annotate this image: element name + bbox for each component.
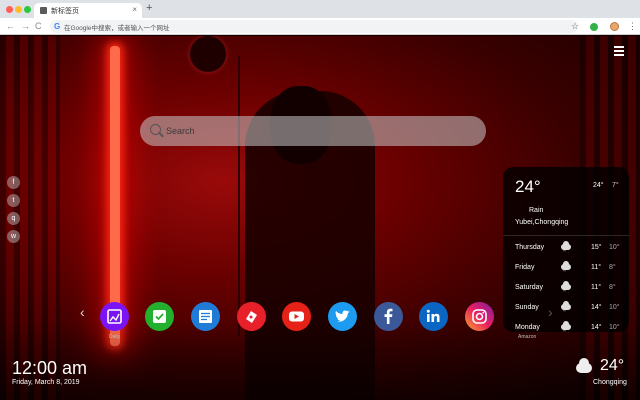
forecast-row: Thursday ''' 15° 10° (503, 240, 629, 260)
forecast-row: Friday ''' 11° 8° (503, 260, 629, 280)
forecast-low: 10° (609, 304, 620, 311)
forecast-high: 14° (591, 324, 602, 331)
divider (503, 235, 629, 236)
rain-drops-icon: ''' (563, 270, 566, 276)
games-app-icon[interactable] (237, 302, 266, 331)
search-input[interactable] (166, 123, 466, 139)
twitter-app-icon[interactable] (328, 302, 357, 331)
profile-avatar[interactable] (610, 22, 619, 31)
forecast-row: Saturday ''' 11° 8° (503, 280, 629, 300)
dock-prev-icon[interactable]: ‹ (80, 305, 85, 319)
tab-title: 新标签页 (51, 8, 79, 15)
current-temperature: 24° (515, 177, 541, 196)
browser-menu-icon[interactable]: ⋮ (628, 21, 637, 32)
background-stand (238, 56, 240, 336)
background-lamp (190, 36, 226, 72)
new-tab-button[interactable]: + (146, 2, 152, 15)
youtube-app-icon[interactable] (282, 302, 311, 331)
bookmark-star-icon[interactable]: ☆ (571, 21, 579, 32)
forecast-day: Thursday (515, 244, 545, 251)
address-bar: ← → C G 在Google中搜索，或者输入一个网址 ☆ ⋮ (0, 18, 640, 35)
forward-icon[interactable]: → (21, 20, 30, 33)
forecast-row: Sunday ''' 14° 10° (503, 300, 629, 320)
background-shade (0, 321, 640, 400)
google-icon: G (54, 22, 61, 31)
wechat-icon[interactable]: w (7, 230, 20, 243)
new-tab-page: f t q w 24° 24° 7° Rain Yubei,Chongqing … (0, 36, 640, 400)
cloud-icon (576, 358, 592, 373)
twitter-icon[interactable]: t (7, 194, 20, 207)
background-neon-light (110, 46, 120, 346)
rain-drops-icon: ''' (563, 310, 566, 316)
rain-drops-icon: ''' (563, 290, 566, 296)
forecast-high: 11° (591, 284, 602, 291)
facebook-icon[interactable]: f (7, 176, 20, 189)
facebook-app-icon[interactable] (374, 302, 403, 331)
linkedin-app-icon[interactable] (419, 302, 448, 331)
tab-close-icon[interactable]: × (132, 5, 137, 15)
search-bar (140, 116, 486, 146)
forecast-low: 8° (609, 264, 616, 271)
browser-tab-bar: 新标签页 × + (0, 0, 640, 18)
forecast-low: 10° (609, 244, 620, 251)
reload-icon[interactable]: C (35, 20, 42, 33)
omnibox[interactable]: G 在Google中搜索，或者输入一个网址 (50, 20, 578, 33)
instagram-app-icon[interactable] (465, 302, 494, 331)
forecast-day: Sunday (515, 304, 539, 311)
qq-icon[interactable]: q (7, 212, 20, 225)
omnibox-placeholder[interactable]: 在Google中搜索，或者输入一个网址 (64, 22, 169, 32)
weather-location: Yubei,Chongqing (515, 219, 569, 226)
tab-new-tab[interactable]: 新标签页 × (34, 3, 142, 18)
forecast-high: 14° (591, 304, 602, 311)
wallpaper-app-icon[interactable] (100, 302, 129, 331)
bottom-weather-temp[interactable]: 24° (600, 357, 624, 375)
bottom-weather-city: Chongqing (593, 379, 627, 386)
clock-date: Friday, March 8, 2019 (12, 379, 80, 386)
tab-favicon-icon (40, 7, 47, 14)
forecast-day: Saturday (515, 284, 544, 291)
forecast-high: 15° (591, 244, 602, 251)
wallpaper-app-label: Daily (109, 334, 121, 340)
rain-drops-icon: ''' (563, 331, 566, 333)
tasks-app-icon[interactable] (145, 302, 174, 331)
forecast-low: 8° (609, 284, 616, 291)
forecast-row: Monday ''' 14° 10° (503, 320, 629, 332)
extension-icon[interactable] (590, 23, 598, 31)
forecast-high: 11° (591, 264, 602, 271)
weather-description: Rain (529, 207, 544, 214)
menu-icon[interactable] (614, 46, 626, 56)
rain-drops-icon: ''' (563, 250, 566, 256)
forecast-day: Friday (515, 264, 535, 271)
forecast-low: 10° (609, 324, 620, 331)
minimize-window-button[interactable] (15, 6, 22, 13)
low-temperature: 7° (612, 182, 619, 189)
high-temperature: 24° (593, 182, 604, 189)
maximize-window-button[interactable] (24, 6, 31, 13)
clock-time: 12:00 am (12, 358, 88, 378)
back-icon[interactable]: ← (6, 20, 15, 33)
search-icon[interactable] (150, 124, 161, 135)
weather-panel[interactable]: 24° 24° 7° Rain Yubei,Chongqing Thursday… (503, 167, 629, 332)
notes-app-icon[interactable] (191, 302, 220, 331)
forecast-day: Monday (515, 324, 540, 331)
hidden-app-label: Amazon (518, 334, 537, 340)
close-window-button[interactable] (6, 6, 13, 13)
dock-next-icon[interactable]: › (548, 305, 553, 319)
